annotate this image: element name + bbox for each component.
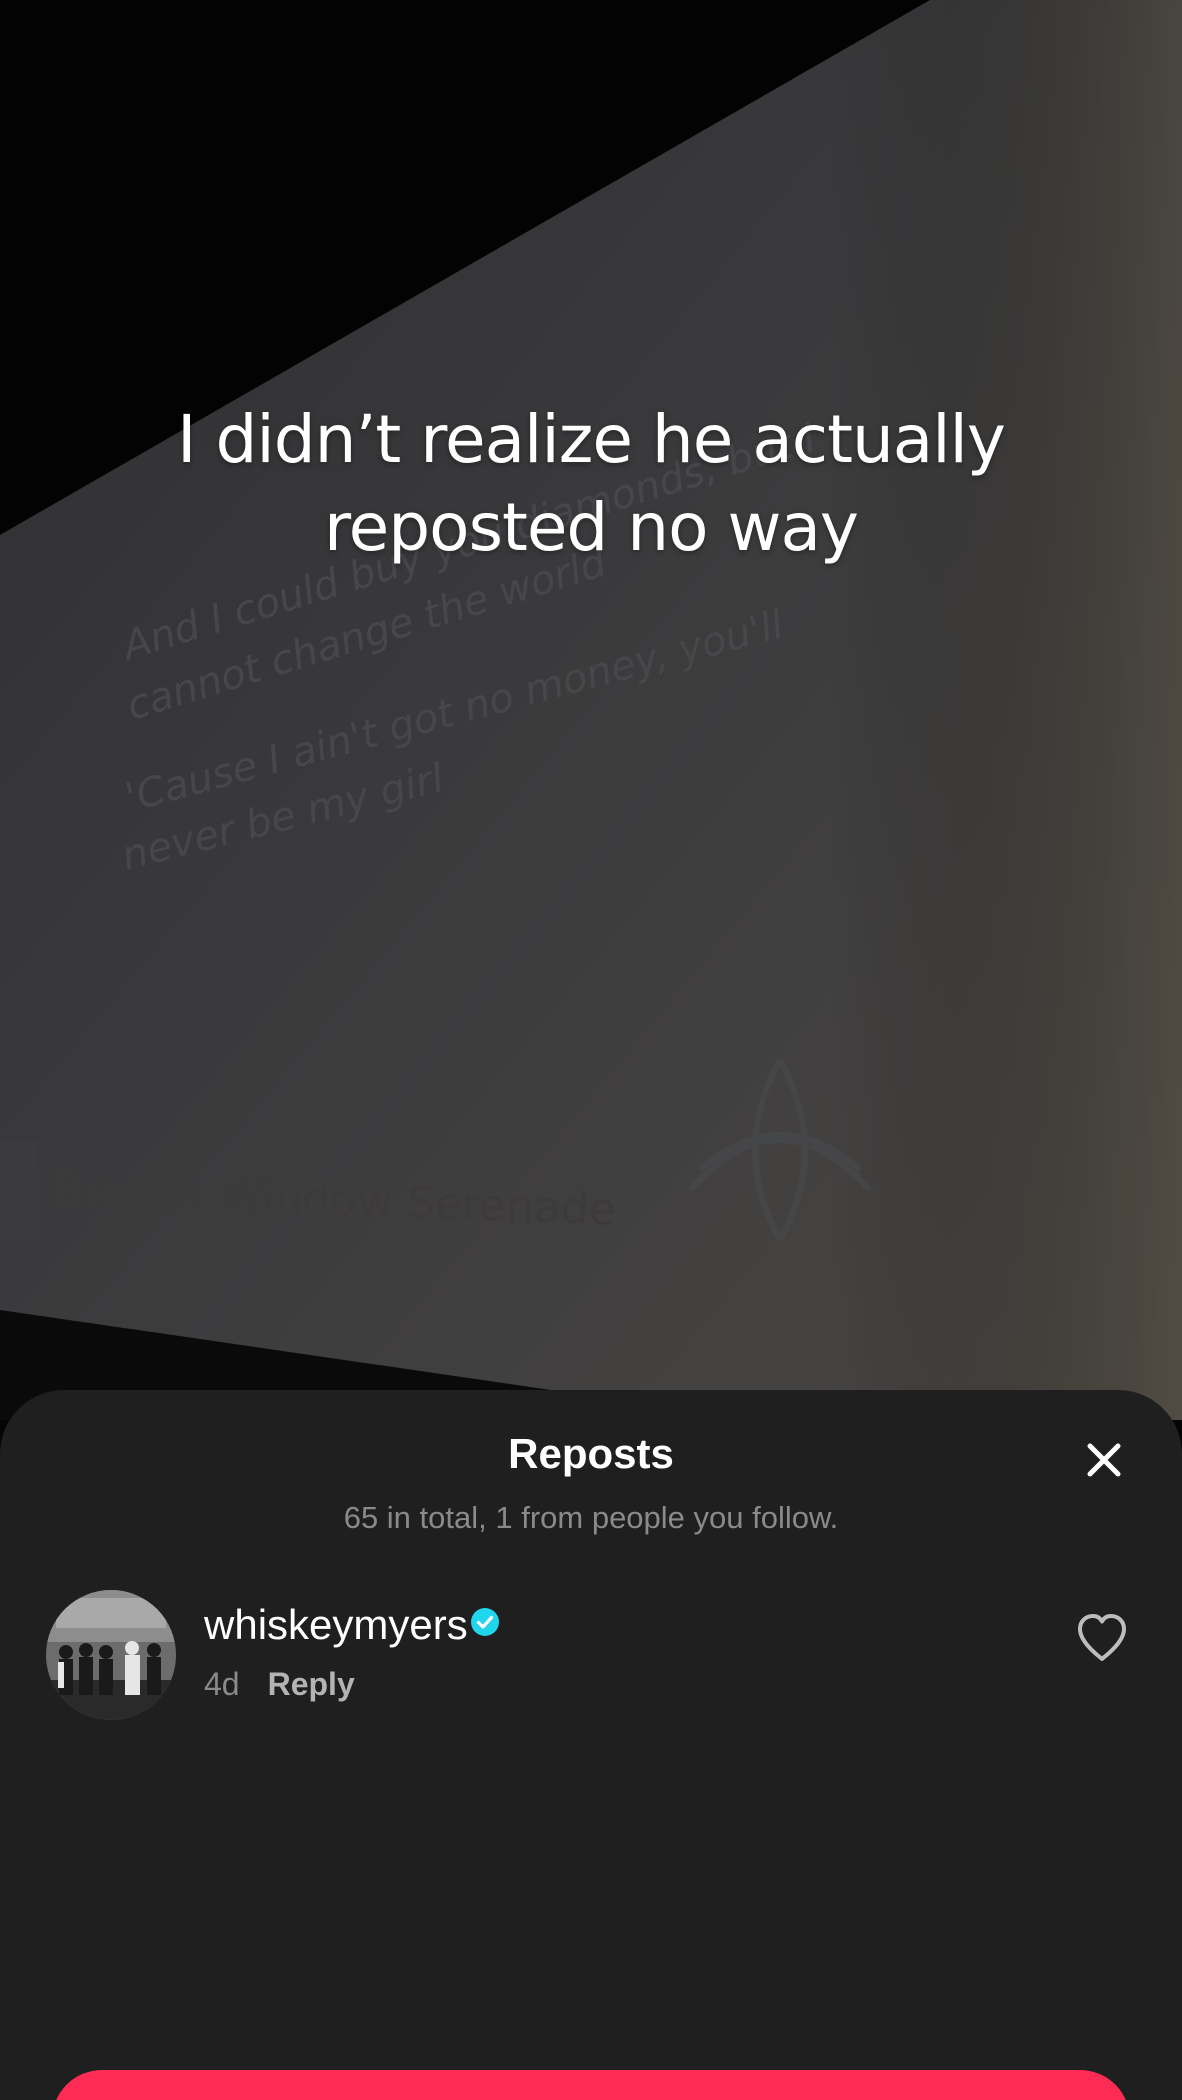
avatar[interactable] bbox=[46, 1590, 176, 1720]
reposts-sheet: Reposts 65 in total, 1 from people you f… bbox=[0, 1390, 1182, 2100]
reposts-count-text: 65 in total, 1 from people you follow. bbox=[343, 1500, 839, 1535]
sheet-title: Reposts bbox=[508, 1430, 674, 1477]
username-link[interactable]: whiskeymyers bbox=[204, 1598, 500, 1652]
repost-meta: 4d Reply bbox=[204, 1662, 355, 1706]
avatar-image bbox=[46, 1590, 176, 1720]
like-button[interactable] bbox=[1072, 1608, 1132, 1668]
verified-badge-icon bbox=[470, 1608, 499, 1636]
username: whiskeymyers bbox=[204, 1601, 468, 1648]
video-caption: I didn’t realize he actually reposted no… bbox=[0, 396, 1182, 572]
primary-action-button[interactable] bbox=[52, 2070, 1130, 2100]
video-player[interactable]: And I could buy you diamonds, but I cann… bbox=[0, 0, 1182, 1420]
heart-outline-icon bbox=[1078, 1614, 1126, 1661]
close-icon bbox=[1087, 1443, 1121, 1477]
caption-line: I didn’t realize he actually bbox=[177, 401, 1006, 478]
reply-button[interactable]: Reply bbox=[268, 1666, 355, 1702]
close-button[interactable] bbox=[1076, 1432, 1132, 1488]
video-frame: And I could buy you diamonds, but I cann… bbox=[0, 0, 1182, 1420]
timestamp: 4d bbox=[204, 1666, 240, 1702]
list-item: whiskeymyers 4d Reply bbox=[0, 1590, 1182, 1730]
caption-line: reposted no way bbox=[324, 489, 859, 566]
video-screen: And I could buy you diamonds, but I cann… bbox=[0, 0, 1182, 2100]
